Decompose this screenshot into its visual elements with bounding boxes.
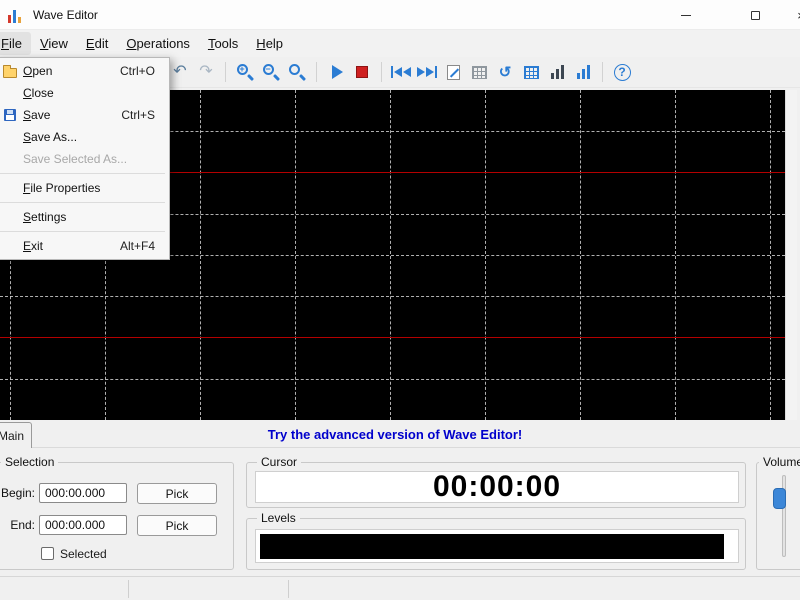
revert-icon: ↺	[499, 65, 512, 80]
toolbar-separator	[225, 62, 226, 82]
goto-end-icon	[417, 66, 437, 78]
undo-button[interactable]: ↶	[168, 60, 192, 84]
undo-icon: ↶	[173, 64, 186, 80]
open-folder-icon	[0, 62, 21, 80]
menu-separator	[0, 173, 165, 174]
volume-group: Volume	[756, 462, 800, 570]
play-button[interactable]	[324, 60, 348, 84]
channel2-zero-line	[0, 337, 785, 338]
menu-item-save[interactable]: Save Ctrl+S	[0, 104, 169, 126]
menu-item-exit[interactable]: Exit Alt+F4	[0, 235, 169, 257]
menu-edit[interactable]: Edit	[77, 32, 117, 55]
cursor-time-value: 00:00:00	[433, 470, 561, 504]
waveform-scrollbar[interactable]	[785, 90, 797, 420]
minimize-icon	[681, 15, 691, 16]
menu-item-open[interactable]: Open Ctrl+O	[0, 60, 169, 82]
menu-operations[interactable]: Operations	[117, 32, 199, 55]
menu-file[interactable]: File	[0, 32, 31, 55]
begin-pick-button[interactable]: Pick	[137, 483, 217, 504]
edit-button[interactable]	[441, 60, 465, 84]
wave-editor-window: Wave Editor × File View Edit Operations …	[0, 0, 800, 600]
minimize-button[interactable]	[663, 0, 709, 30]
menu-view[interactable]: View	[31, 32, 77, 55]
zoom-out-icon: −	[263, 64, 280, 81]
tab-main[interactable]: Main	[0, 422, 32, 448]
waveform-grid-button[interactable]	[519, 60, 543, 84]
help-icon: ?	[614, 64, 631, 81]
cursor-group-label: Cursor	[257, 455, 301, 469]
menu-bar: File View Edit Operations Tools Help	[0, 30, 800, 57]
maximize-button[interactable]	[732, 0, 778, 30]
menu-separator	[0, 202, 165, 203]
goto-start-icon	[391, 66, 411, 78]
revert-button[interactable]: ↺	[493, 60, 517, 84]
menu-item-file-properties[interactable]: File Properties	[0, 177, 169, 199]
end-pick-button[interactable]: Pick	[137, 515, 217, 536]
maximize-icon	[751, 11, 760, 20]
cursor-group: Cursor 00:00:00	[246, 462, 746, 508]
help-button[interactable]: ?	[610, 60, 634, 84]
menu-tools[interactable]: Tools	[199, 32, 247, 55]
file-menu-dropdown: Open Ctrl+O Close Save Ctrl+S Save As...…	[0, 57, 170, 260]
frequency-button[interactable]	[571, 60, 595, 84]
statusbar-divider	[288, 580, 289, 598]
volume-slider-thumb[interactable]	[773, 488, 786, 509]
level-meter-bar	[260, 534, 724, 559]
selection-group-label: Selection	[1, 455, 58, 469]
menu-help[interactable]: Help	[247, 32, 292, 55]
app-icon	[8, 7, 24, 23]
grid-icon	[472, 66, 487, 79]
stop-button[interactable]	[350, 60, 374, 84]
promo-link[interactable]: Try the advanced version of Wave Editor!	[0, 420, 790, 448]
volume-group-label: Volume	[759, 455, 800, 469]
edit-icon	[447, 65, 460, 80]
levels-group-label: Levels	[257, 511, 300, 525]
close-button[interactable]: ×	[778, 0, 800, 30]
selected-checkbox-label: Selected	[60, 547, 107, 561]
save-disk-icon	[0, 106, 21, 124]
waveform-grid-icon	[524, 66, 539, 79]
menu-item-save-selected-as: Save Selected As...	[0, 148, 169, 170]
zoom-out-button[interactable]: −	[259, 60, 283, 84]
redo-button[interactable]: ↷	[194, 60, 218, 84]
menu-separator	[0, 231, 165, 232]
goto-end-button[interactable]	[415, 60, 439, 84]
begin-input[interactable]	[39, 483, 127, 503]
goto-start-button[interactable]	[389, 60, 413, 84]
status-bar	[0, 576, 800, 600]
title-bar: Wave Editor ×	[0, 0, 800, 30]
grid-view-button[interactable]	[467, 60, 491, 84]
cursor-display: 00:00:00	[255, 471, 739, 503]
selection-group: Selection Begin: Pick End: Pick Selected	[0, 462, 234, 570]
toolbar-separator	[316, 62, 317, 82]
grid-line	[0, 296, 785, 297]
zoom-in-button[interactable]: +	[233, 60, 257, 84]
level-meter	[255, 529, 739, 563]
grid-line	[0, 379, 785, 380]
stop-icon	[356, 66, 368, 78]
zoom-full-button[interactable]	[285, 60, 309, 84]
statistics-icon	[551, 65, 564, 79]
redo-icon: ↷	[199, 64, 212, 80]
levels-group: Levels	[246, 518, 746, 570]
selected-checkbox[interactable]	[41, 547, 54, 560]
menu-item-save-as[interactable]: Save As...	[0, 126, 169, 148]
zoom-full-icon	[289, 64, 306, 81]
end-input[interactable]	[39, 515, 127, 535]
begin-label: Begin:	[0, 486, 35, 500]
toolbar-separator	[602, 62, 603, 82]
toolbar-separator	[381, 62, 382, 82]
play-icon	[332, 65, 343, 79]
menu-item-settings[interactable]: Settings	[0, 206, 169, 228]
zoom-in-icon: +	[237, 64, 254, 81]
tab-bar: Try the advanced version of Wave Editor!…	[0, 420, 800, 448]
frequency-icon	[577, 65, 590, 79]
menu-item-close[interactable]: Close	[0, 82, 169, 104]
window-title: Wave Editor	[33, 8, 98, 22]
end-label: End:	[0, 518, 35, 532]
statistics-button[interactable]	[545, 60, 569, 84]
statusbar-divider	[128, 580, 129, 598]
